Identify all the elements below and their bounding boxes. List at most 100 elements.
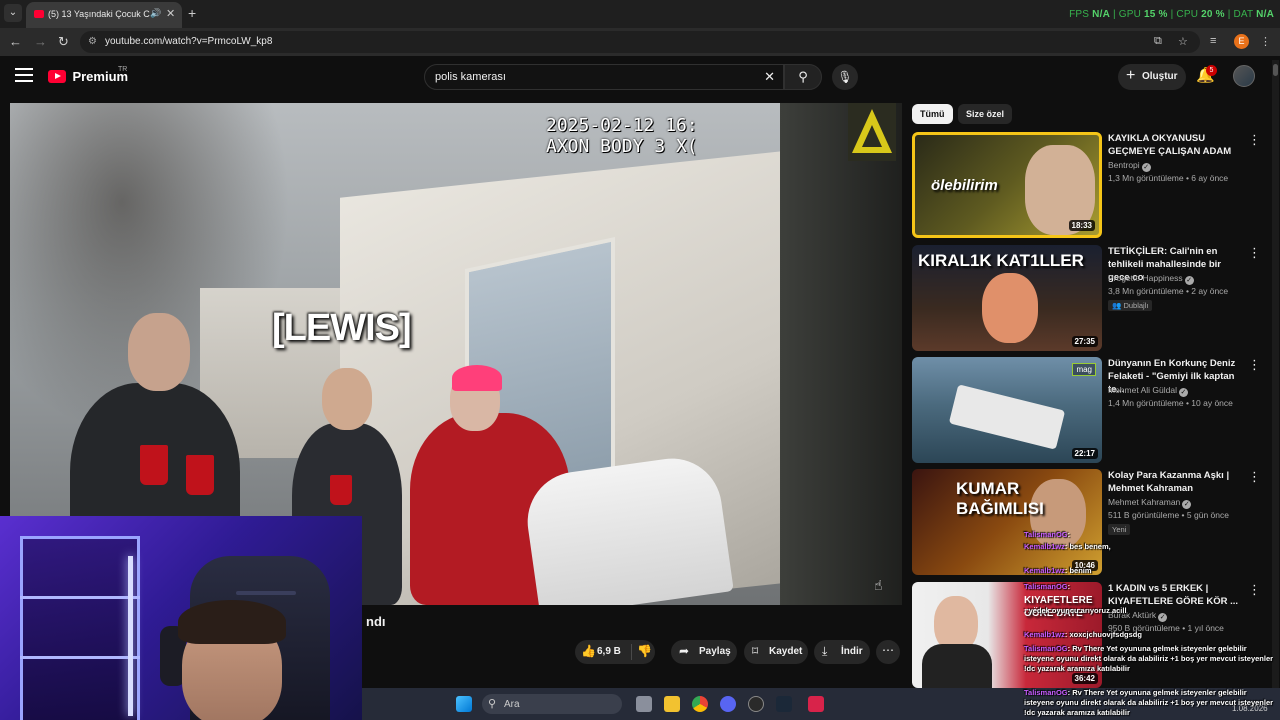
search-button[interactable]: ⚲ <box>784 64 822 90</box>
channel-name[interactable]: Progetto Happiness ✓ <box>1108 273 1194 285</box>
video-options-icon[interactable]: ⋮ <box>1248 470 1261 483</box>
browser-tab[interactable]: (5) 13 Yaşındaki Çocuk Chat 🔊 ✕ <box>26 2 182 28</box>
verified-check-icon: ✓ <box>1182 500 1192 509</box>
recommended-video[interactable]: ölebilirim 18:33 KAYIKLA OKYANUSU GEÇMEY… <box>912 132 1272 240</box>
like-count[interactable]: 6,9 B <box>597 646 621 657</box>
new-tab-icon[interactable]: + <box>188 5 196 21</box>
logo-region: TR <box>118 66 128 73</box>
screen: ⌄ (5) 13 Yaşındaki Çocuk Chat 🔊 ✕ + FPS … <box>0 0 1280 720</box>
recommended-video[interactable]: KIRAL1K KAT1LLER 27:35 TETİKÇİLER: Cali'… <box>912 245 1272 353</box>
chat-message: : yedek oyuncu arıyoruz acill <box>1024 606 1127 615</box>
dubbed-icon: 👥 <box>1112 301 1124 310</box>
browser-profile-avatar[interactable]: E <box>1234 34 1249 49</box>
download-button[interactable]: ⤓ İndir <box>814 640 870 664</box>
channel-name[interactable]: Mehmet Kahraman ✓ <box>1108 497 1192 509</box>
back-icon[interactable]: ← <box>9 34 22 49</box>
site-info-icon[interactable]: ⚙ <box>88 36 97 47</box>
red-cup <box>330 475 352 505</box>
speaker-name-caption: [LEWIS] <box>272 307 412 349</box>
chair-logo-icon <box>236 591 296 595</box>
extensions-icon[interactable]: ≡ <box>1210 35 1216 47</box>
like-icon[interactable]: 👍 <box>581 644 596 658</box>
steam-icon[interactable] <box>776 696 792 712</box>
video-meta: 3,8 Mn görüntüleme • 2 ay önce <box>1108 286 1229 296</box>
search-query[interactable]: polis kamerası <box>435 71 506 83</box>
more-actions-button[interactable]: ⋯ <box>876 640 900 664</box>
chip-for-you[interactable]: Size özel <box>958 104 1013 124</box>
speaker-icon[interactable]: 🔊 <box>150 8 161 19</box>
save-button[interactable]: ⌑ Kaydet <box>744 640 808 664</box>
share-button[interactable]: ➦ Paylaş <box>671 640 737 664</box>
chip-all[interactable]: Tümü <box>912 104 953 124</box>
bodycam-timestamp: 2025-02-12 16: AXON BODY 3 X( <box>546 115 698 157</box>
channel-name[interactable]: Bentropi ✓ <box>1108 160 1151 172</box>
tab-title: (5) 13 Yaşındaki Çocuk Chat <box>48 9 150 19</box>
menu-icon[interactable] <box>15 68 33 82</box>
dat-label: DAT <box>1233 9 1254 20</box>
streamer-webcam <box>0 516 362 720</box>
like-dislike-group: 👍 6,9 B 👎 <box>575 640 655 664</box>
app-icon[interactable] <box>808 696 824 712</box>
video-duration: 18:33 <box>1068 220 1095 231</box>
notification-count-badge: 5 <box>1206 65 1217 76</box>
bookmark-icon: ⌑ <box>752 644 759 658</box>
create-button[interactable]: + Oluştur <box>1118 64 1186 90</box>
download-icon: ⤓ <box>822 644 828 658</box>
video-title[interactable]: KAYIKLA OKYANUSU GEÇMEYE ÇALIŞAN ADAM <box>1108 132 1242 158</box>
chat-message: TalismanOG: Rv There Yet oyununa gelmek … <box>1024 688 1274 717</box>
bookmark-star-icon[interactable]: ☆ <box>1178 35 1188 48</box>
discord-icon[interactable] <box>720 696 736 712</box>
chrome-icon[interactable] <box>692 696 708 712</box>
account-avatar[interactable] <box>1233 65 1255 87</box>
video-options-icon[interactable]: ⋮ <box>1248 133 1261 146</box>
task-view-icon[interactable] <box>636 696 652 712</box>
windows-start-icon[interactable] <box>456 696 472 712</box>
video-options-icon[interactable]: ⋮ <box>1248 246 1261 259</box>
streamer-hair <box>178 600 286 644</box>
clear-search-icon[interactable]: ✕ <box>764 69 775 85</box>
recommended-video[interactable]: mag 22:17 Dünyanın En Korkunç Deniz Fela… <box>912 357 1272 465</box>
video-thumbnail[interactable]: KIRAL1K KAT1LLER 27:35 <box>912 245 1102 351</box>
youtube-play-icon <box>48 70 66 84</box>
browser-tabstrip: ⌄ (5) 13 Yaşındaki Çocuk Chat 🔊 ✕ + FPS … <box>0 0 1280 28</box>
video-thumbnail[interactable]: mag 22:17 <box>912 357 1102 463</box>
url-text[interactable]: youtube.com/watch?v=PrmcoLW_kp8 <box>105 36 272 47</box>
forward-icon[interactable]: → <box>34 34 47 49</box>
search-input[interactable]: polis kamerası ✕ <box>424 64 784 90</box>
video-options-icon[interactable]: ⋮ <box>1248 358 1261 371</box>
chat-message: TalismanOG: <box>1024 530 1071 539</box>
video-thumbnail[interactable]: ölebilirim 18:33 <box>912 132 1102 238</box>
performance-overlay: FPS N/A | GPU 15 % | CPU 20 % | DAT N/A <box>1069 9 1274 20</box>
share-icon: ➦ <box>679 644 690 658</box>
voice-search-button[interactable]: 🎙 <box>832 64 858 90</box>
dubbed-badge: 👥 Dublajlı <box>1108 300 1153 311</box>
video-title[interactable]: Kolay Para Kazanma Aşkı | Mehmet Kahrama… <box>1108 469 1242 495</box>
chat-message: TalismanOG: Rv There Yet oyununa gelmek … <box>1024 644 1274 673</box>
video-person-head <box>128 313 190 391</box>
file-explorer-icon[interactable] <box>664 696 680 712</box>
video-person-head <box>322 368 372 430</box>
tab-search-icon[interactable]: ⌄ <box>4 4 22 22</box>
scrollbar-thumb[interactable] <box>1273 64 1278 76</box>
dat-value: N/A <box>1256 9 1274 20</box>
microphone-icon: 🎙 <box>837 70 853 84</box>
share-label: Paylaş <box>699 646 731 657</box>
create-label: Oluştur <box>1142 71 1178 82</box>
shelf-divider <box>20 596 140 599</box>
address-bar[interactable]: ⚙ youtube.com/watch?v=PrmcoLW_kp8 ⧉ ☆ <box>80 31 1200 53</box>
close-tab-icon[interactable]: ✕ <box>166 7 175 20</box>
install-app-icon[interactable]: ⧉ <box>1154 35 1162 48</box>
thumbnail-caption: KUMAR BAĞIMLISI <box>956 479 1044 518</box>
browser-menu-icon[interactable]: ⋮ <box>1260 35 1271 48</box>
channel-name[interactable]: Mehmet Ali Güldal ✓ <box>1108 385 1188 397</box>
obs-icon[interactable] <box>748 696 764 712</box>
chat-message: Kemalb1wz: benim <box>1024 566 1092 575</box>
dislike-icon[interactable]: 👎 <box>637 644 652 658</box>
video-dark-edge <box>780 103 902 605</box>
gpu-value: 15 % <box>1144 9 1168 20</box>
youtube-premium-logo[interactable]: Premium <box>48 68 128 84</box>
reload-icon[interactable]: ↻ <box>58 34 69 50</box>
thumbnail-caption: ölebilirim <box>931 177 998 194</box>
taskbar-search[interactable]: ⚲ Ara <box>482 694 622 714</box>
led-light-bar <box>128 556 133 716</box>
